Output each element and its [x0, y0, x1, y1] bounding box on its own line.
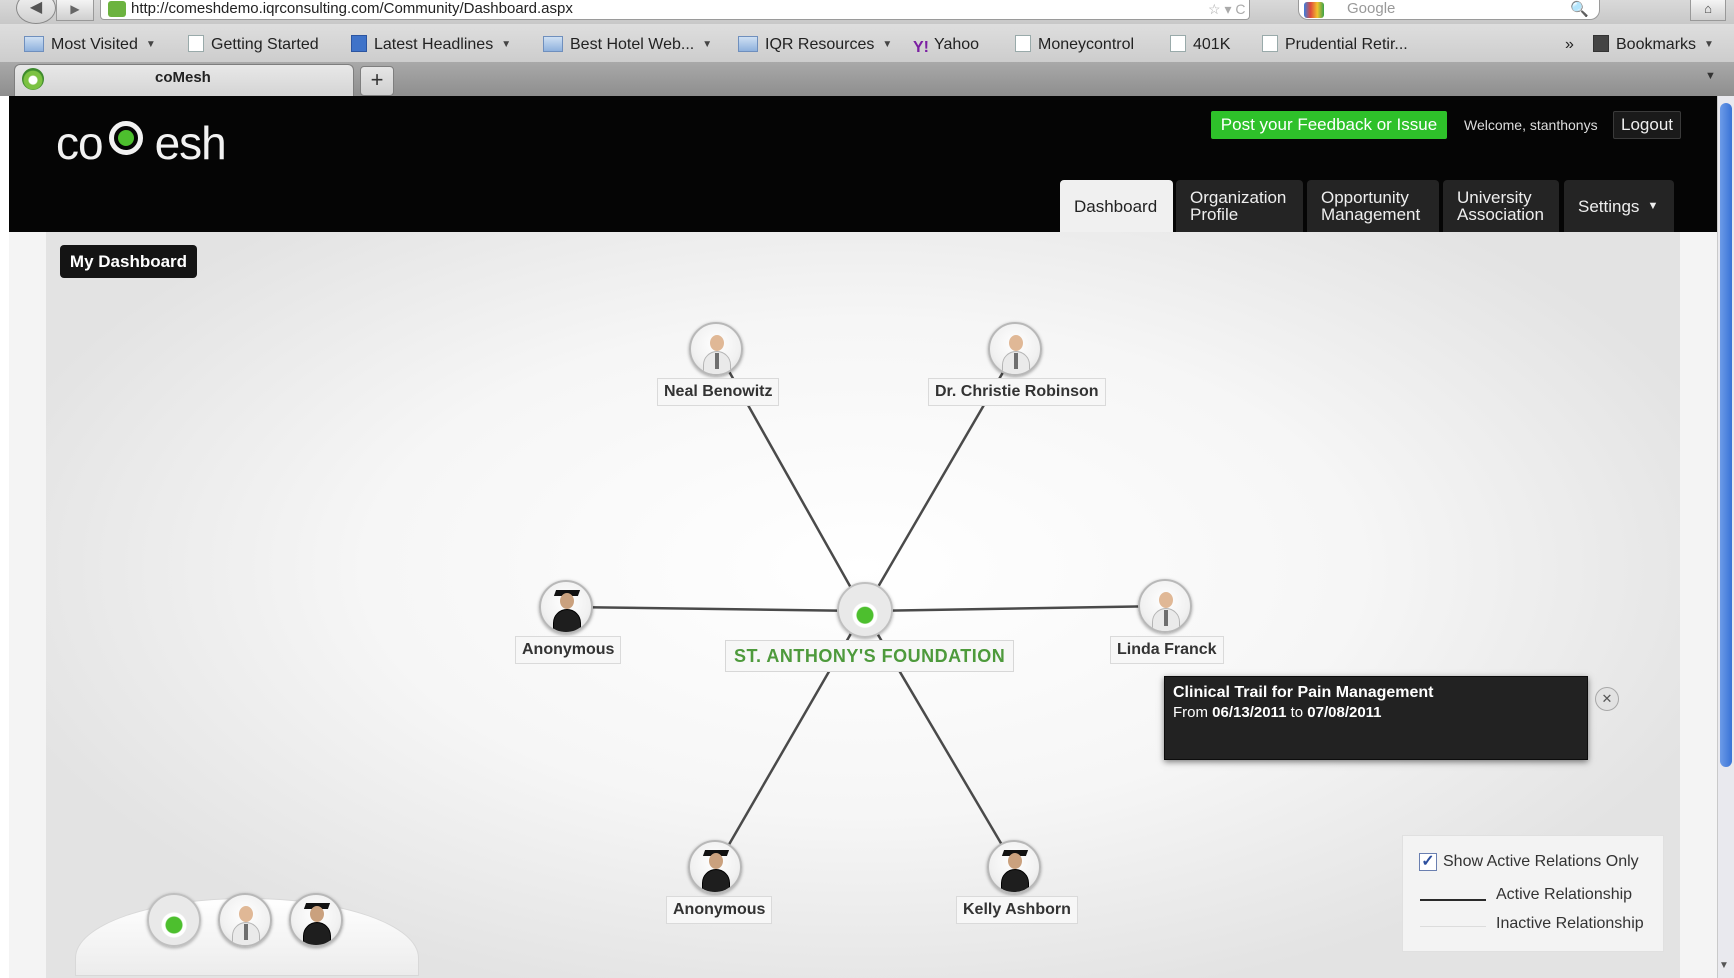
- relationship-tooltip: Clinical Trail for Pain Management From …: [1164, 676, 1588, 760]
- node-label[interactable]: Anonymous: [515, 636, 622, 664]
- center-node-label[interactable]: ST. ANTHONY'S FOUNDATION: [725, 640, 1015, 672]
- relationship-line: [863, 604, 1166, 613]
- relationship-graph: [566, 349, 1166, 868]
- student-icon[interactable]: [688, 840, 742, 894]
- node-label[interactable]: Dr. Christie Robinson: [928, 378, 1106, 406]
- inactive-relationship-label: Inactive Relationship: [1496, 915, 1644, 932]
- close-icon[interactable]: ✕: [1595, 687, 1619, 711]
- to-date: 07/08/2011: [1307, 704, 1382, 721]
- student-icon[interactable]: [987, 840, 1041, 894]
- doctor-icon[interactable]: [1138, 579, 1192, 633]
- show-active-checkbox[interactable]: ✓: [1419, 853, 1437, 871]
- to-label: to: [1290, 704, 1304, 721]
- doctor-icon[interactable]: [689, 322, 743, 376]
- scrollbar-thumb[interactable]: [1720, 103, 1732, 767]
- organization-icon[interactable]: [837, 582, 893, 638]
- inactive-line-swatch: [1420, 926, 1486, 927]
- active-relationship-label: Active Relationship: [1496, 886, 1633, 903]
- from-label: From: [1173, 704, 1208, 721]
- node-label[interactable]: Linda Franck: [1110, 636, 1224, 664]
- node-label[interactable]: Anonymous: [666, 896, 773, 924]
- node-label[interactable]: Kelly Ashborn: [956, 896, 1078, 924]
- student-icon[interactable]: [539, 580, 593, 634]
- from-date: 06/13/2011: [1212, 704, 1287, 721]
- scroll-down-icon[interactable]: ▼: [1719, 960, 1729, 971]
- student-icon[interactable]: [289, 893, 343, 947]
- show-active-label[interactable]: Show Active Relations Only: [1443, 853, 1639, 871]
- tooltip-title: Clinical Trail for Pain Management: [1173, 684, 1434, 701]
- active-line-swatch: [1420, 899, 1486, 901]
- tooltip-date-range: From 06/13/2011 to 07/08/2011: [1173, 703, 1579, 723]
- node-label[interactable]: Neal Benowitz: [657, 378, 780, 406]
- relationship-line: [566, 605, 865, 613]
- doctor-icon[interactable]: [218, 893, 272, 947]
- organization-icon[interactable]: [147, 893, 201, 947]
- doctor-icon[interactable]: [988, 322, 1042, 376]
